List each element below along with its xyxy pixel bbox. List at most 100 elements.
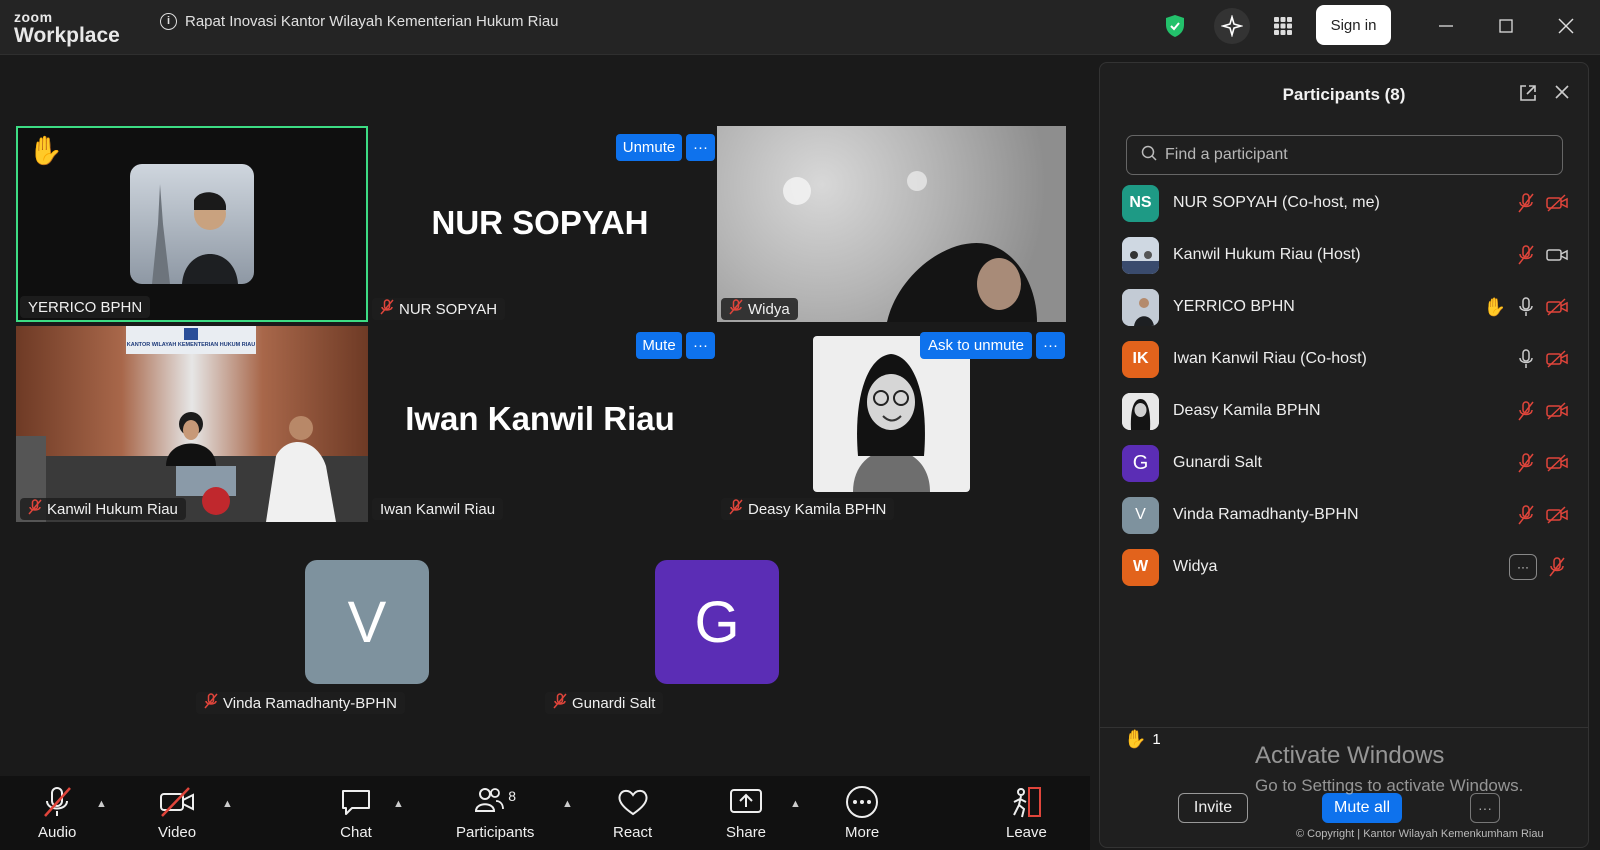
avatar: V: [1122, 496, 1159, 534]
participant-row[interactable]: NS NUR SOPYAH (Co-host, me): [1122, 183, 1568, 223]
ai-companion-icon[interactable]: [1214, 8, 1250, 44]
participants-count-badge: 8: [508, 788, 517, 804]
share-options-chevron-icon[interactable]: ▲: [790, 798, 801, 810]
participant-row[interactable]: YERRICO BPHN ✋: [1122, 287, 1568, 327]
participant-name-tag: Kanwil Hukum Riau: [20, 498, 186, 520]
muted-mic-icon: [729, 499, 743, 519]
muted-mic-icon[interactable]: [1515, 192, 1537, 214]
svg-text:KANTOR WILAYAH KEMENTERIAN HUK: KANTOR WILAYAH KEMENTERIAN HUKUM RIAU: [127, 342, 255, 348]
avatar: NS: [1122, 184, 1159, 222]
participants-button[interactable]: 8 Participants: [456, 782, 534, 841]
maximize-icon[interactable]: [1486, 10, 1526, 42]
chat-button[interactable]: Chat: [340, 782, 372, 841]
muted-mic-icon[interactable]: [1546, 556, 1568, 578]
tile-more-options-button[interactable]: ···: [1036, 332, 1065, 359]
panel-title: Participants (8): [1282, 85, 1406, 104]
participant-row[interactable]: Deasy Kamila BPHN: [1122, 391, 1568, 431]
participant-name-tag: NUR SOPYAH: [372, 298, 506, 320]
muted-mic-icon: [28, 499, 42, 519]
participant-search[interactable]: [1126, 135, 1563, 175]
meeting-title[interactable]: i Rapat Inovasi Kantor Wilayah Kementeri…: [160, 13, 559, 30]
more-dots-icon: [845, 782, 879, 822]
muted-mic-icon: [380, 299, 394, 319]
mute-all-button[interactable]: Mute all: [1322, 793, 1402, 823]
leave-door-icon: [1009, 782, 1043, 822]
video-off-icon[interactable]: [1546, 400, 1568, 422]
participant-tile-vinda[interactable]: V: [305, 560, 429, 684]
raised-hands-counter[interactable]: ✋ 1: [1124, 729, 1161, 750]
raised-hand-icon: ✋: [1483, 296, 1507, 317]
participant-tile-kanwil-hukum-riau[interactable]: KANTOR WILAYAH KEMENTERIAN HUKUM RIAU Ka…: [16, 326, 368, 522]
close-window-icon[interactable]: [1546, 10, 1586, 42]
video-off-icon[interactable]: [1546, 504, 1568, 526]
tile-more-options-button[interactable]: ···: [686, 332, 715, 359]
muted-mic-icon: [553, 693, 567, 713]
panel-footer-divider: [1100, 727, 1588, 728]
video-on-icon[interactable]: [1546, 244, 1568, 266]
copyright-text: © Copyright | Kantor Wilayah Kemenkumham…: [1296, 828, 1544, 840]
participant-tile-gunardi[interactable]: G: [655, 560, 779, 684]
mic-icon[interactable]: [1515, 348, 1537, 370]
participant-tile-widya[interactable]: Widya: [717, 126, 1066, 322]
pop-out-icon[interactable]: [1518, 83, 1538, 108]
invite-button[interactable]: Invite: [1178, 793, 1248, 823]
video-off-icon[interactable]: [1546, 348, 1568, 370]
video-gallery: ✋ YERRICO BPHN NUR SOPYAH NUR SOPYAH Unm…: [0, 56, 1090, 776]
audio-options-chevron-icon[interactable]: ▲: [96, 798, 107, 810]
more-button[interactable]: More: [845, 782, 879, 841]
participant-name-tag: YERRICO BPHN: [20, 296, 151, 318]
muted-mic-icon[interactable]: [1515, 400, 1537, 422]
apps-grid-icon[interactable]: [1265, 8, 1301, 44]
participant-display-name: Iwan Kanwil Riau: [405, 400, 675, 437]
audio-button[interactable]: Audio: [38, 782, 76, 841]
search-input[interactable]: [1165, 146, 1545, 164]
participant-row[interactable]: V Vinda Ramadhanty-BPHN: [1122, 495, 1568, 535]
share-screen-icon: [729, 782, 763, 822]
shield-icon[interactable]: [1157, 8, 1193, 44]
avatar: [1122, 236, 1159, 274]
share-button[interactable]: Share: [726, 782, 766, 841]
tile-more-options-button[interactable]: ···: [686, 134, 715, 161]
muted-mic-icon[interactable]: [1515, 452, 1537, 474]
search-icon: [1141, 145, 1157, 166]
avatar: [1122, 288, 1159, 326]
ask-to-unmute-button[interactable]: Ask to unmute: [920, 332, 1032, 359]
muted-mic-icon[interactable]: [1515, 244, 1537, 266]
react-button[interactable]: React: [613, 782, 652, 841]
video-off-icon[interactable]: [1546, 452, 1568, 474]
participant-name-tag: Vinda Ramadhanty-BPHN: [196, 692, 405, 714]
participant-row[interactable]: W Widya ···: [1122, 547, 1568, 587]
participant-row[interactable]: Kanwil Hukum Riau (Host): [1122, 235, 1568, 275]
zoom-logo: zoom Workplace: [14, 9, 120, 47]
chat-options-chevron-icon[interactable]: ▲: [393, 798, 404, 810]
raised-hand-icon: ✋: [1124, 729, 1147, 749]
participant-tile-yerrico[interactable]: ✋ YERRICO BPHN: [16, 126, 368, 322]
avatar: W: [1122, 548, 1159, 586]
muted-mic-icon: [204, 693, 218, 713]
avatar: [130, 164, 254, 284]
video-options-chevron-icon[interactable]: ▲: [222, 798, 233, 810]
minimize-icon[interactable]: [1426, 10, 1466, 42]
mute-button[interactable]: Mute: [636, 332, 682, 359]
sign-in-button[interactable]: Sign in: [1316, 5, 1391, 45]
participants-icon: [474, 786, 505, 818]
video-off-icon[interactable]: [1546, 296, 1568, 318]
title-bar: zoom Workplace i Rapat Inovasi Kantor Wi…: [0, 0, 1600, 55]
leave-button[interactable]: Leave: [1006, 782, 1047, 841]
video-off-icon: [159, 782, 195, 822]
participant-row[interactable]: G Gunardi Salt: [1122, 443, 1568, 483]
mic-icon[interactable]: [1515, 296, 1537, 318]
participant-row[interactable]: IK Iwan Kanwil Riau (Co-host): [1122, 339, 1568, 379]
participant-more-options-button[interactable]: ···: [1509, 554, 1537, 580]
activate-windows-watermark: Activate Windows Go to Settings to activ…: [1255, 742, 1524, 795]
video-button[interactable]: Video: [158, 782, 196, 841]
unmute-button[interactable]: Unmute: [616, 134, 682, 161]
video-off-icon[interactable]: [1546, 192, 1568, 214]
panel-more-options-button[interactable]: ···: [1470, 793, 1500, 823]
muted-mic-icon[interactable]: [1515, 504, 1537, 526]
participants-options-chevron-icon[interactable]: ▲: [562, 798, 573, 810]
info-icon[interactable]: i: [160, 13, 177, 30]
avatar: [813, 336, 970, 492]
video-feed: [783, 171, 1037, 322]
close-panel-icon[interactable]: [1554, 84, 1570, 105]
